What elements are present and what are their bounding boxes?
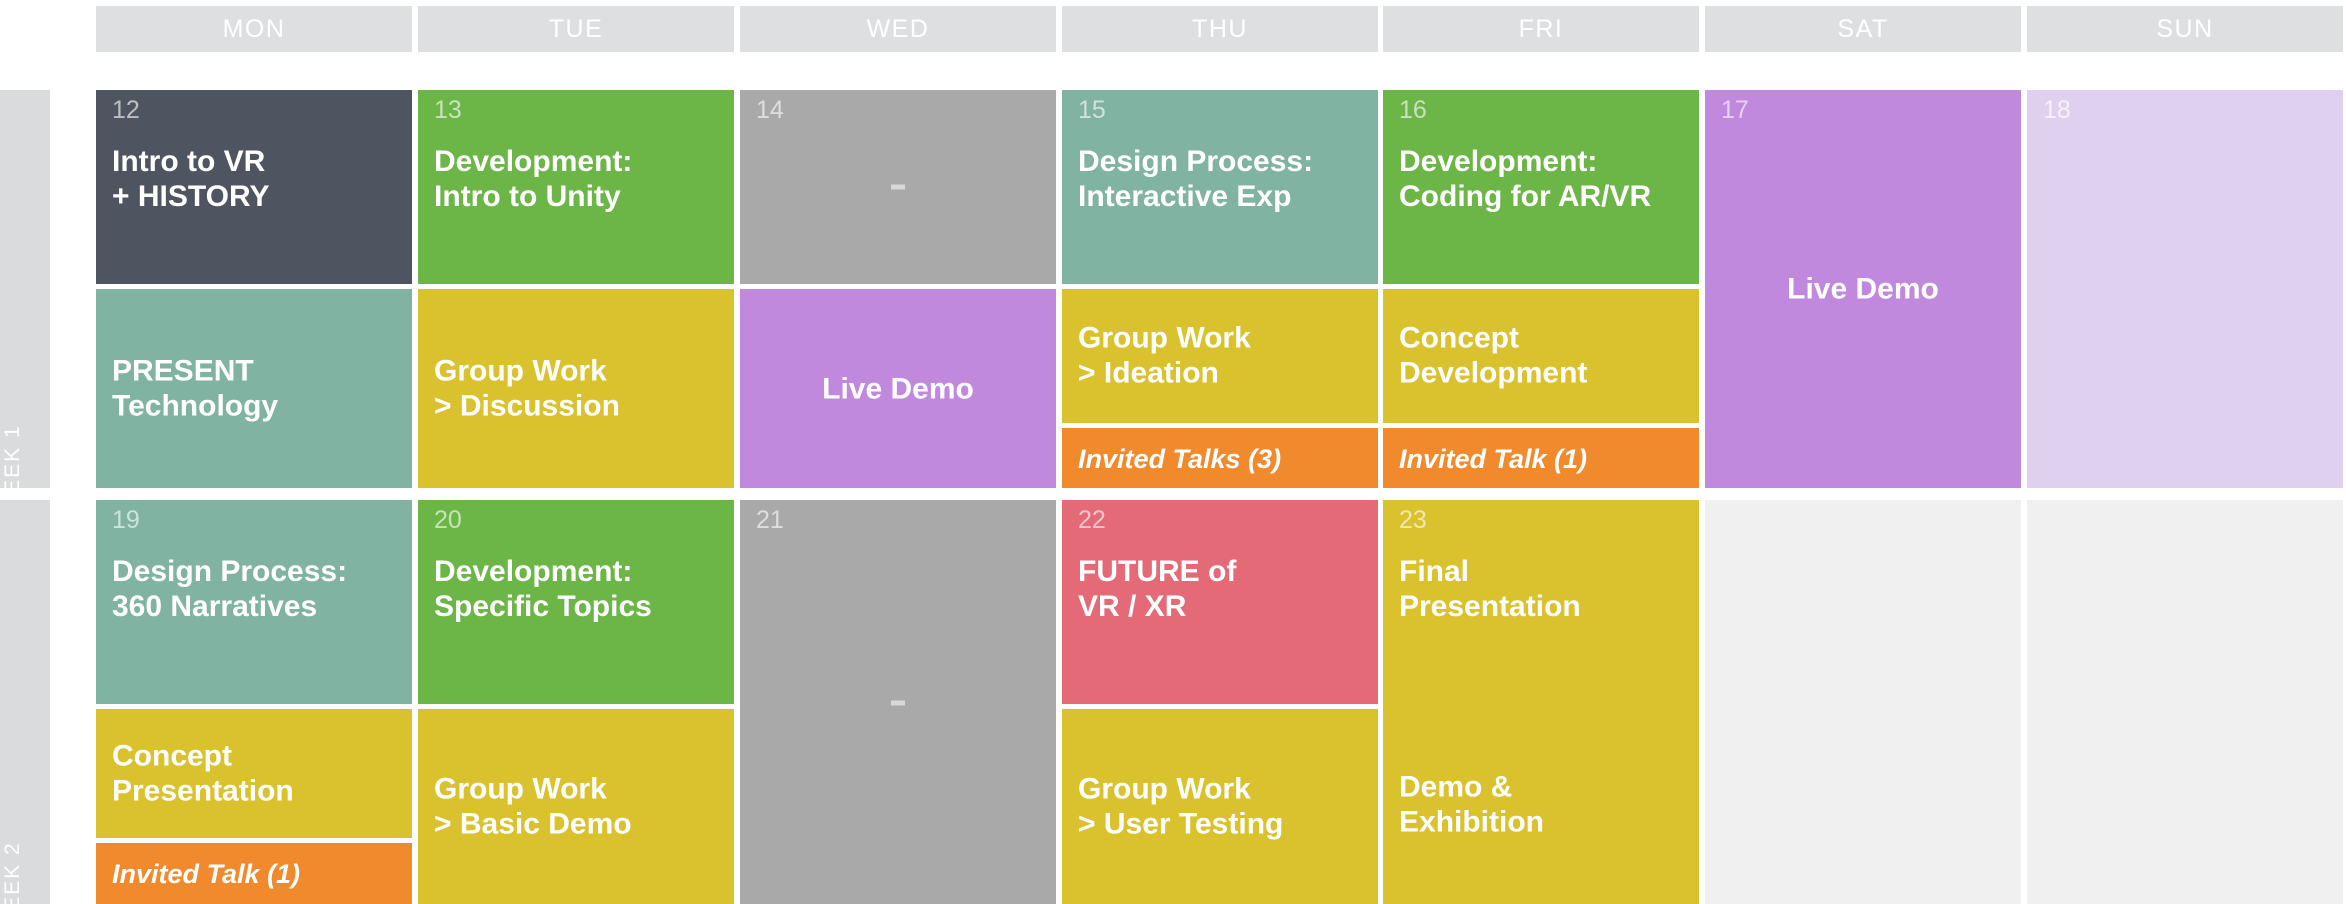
day-cell-23[interactable]: 23 Final Presentation Demo & Exhibition	[1383, 500, 1699, 904]
day-block-12-1[interactable]: PRESENT Technology	[96, 289, 412, 488]
weekday-header-wed: WED	[740, 6, 1056, 52]
event-title: Development: Coding for AR/VR	[1399, 145, 1652, 214]
weekday-header-sat: SAT	[1705, 6, 2021, 52]
day-block-14-primary[interactable]: 14	[740, 90, 1056, 284]
day-cell-14[interactable]: 14 Live Demo	[740, 90, 1056, 488]
weekday-header-fri: FRI	[1383, 6, 1699, 52]
date-number: 22	[1078, 506, 1106, 534]
day-block-16-primary[interactable]: 16 Development: Coding for AR/VR	[1383, 90, 1699, 284]
day-block-22-1[interactable]: Group Work > User Testing	[1062, 709, 1378, 904]
day-block-17-primary[interactable]: 17 Live Demo	[1705, 90, 2021, 488]
event-title: Group Work > Basic Demo	[434, 772, 632, 841]
event-title: Group Work > User Testing	[1078, 772, 1284, 841]
date-number: 13	[434, 96, 462, 124]
event-title: FUTURE of VR / XR	[1078, 555, 1237, 624]
day-block-15-2[interactable]: Invited Talks (3)	[1062, 428, 1378, 488]
event-title: Demo & Exhibition	[1399, 770, 1544, 839]
day-block-20-primary[interactable]: 20 Development: Specific Topics	[418, 500, 734, 704]
week-label-text: WEEK 2	[1, 841, 24, 904]
event-title: Concept Development	[1399, 321, 1588, 390]
date-number: 18	[2043, 96, 2071, 124]
weekday-header-thu: THU	[1062, 6, 1378, 52]
day-cell-21[interactable]: 21	[740, 500, 1056, 904]
date-number: 19	[112, 506, 140, 534]
day-cell-[interactable]	[2027, 500, 2343, 904]
event-title: Invited Talks (3)	[1078, 444, 1282, 474]
day-block-sun-0[interactable]	[2027, 500, 2343, 904]
day-cell-18[interactable]: 18	[2027, 90, 2343, 488]
date-number: 16	[1399, 96, 1427, 124]
event-title: Development: Specific Topics	[434, 555, 652, 624]
day-block-15-1[interactable]: Group Work > Ideation	[1062, 289, 1378, 423]
day-cell-17[interactable]: 17 Live Demo	[1705, 90, 2021, 488]
day-block-19-primary[interactable]: 19 Design Process: 360 Narratives	[96, 500, 412, 704]
day-block-19-2[interactable]: Invited Talk (1)	[96, 843, 412, 904]
date-number: 12	[112, 96, 140, 124]
day-block-15-primary[interactable]: 15 Design Process: Interactive Exp	[1062, 90, 1378, 284]
day-block-23-1[interactable]: Demo & Exhibition	[1383, 704, 1699, 904]
weekday-header-row: MON TUE WED THU FRI SAT SUN	[0, 6, 2346, 52]
event-title: Concept Presentation	[112, 739, 294, 808]
day-block-19-1[interactable]: Concept Presentation	[96, 709, 412, 838]
event-title: Group Work > Discussion	[434, 354, 620, 423]
date-number: 23	[1399, 506, 1427, 534]
date-number: 15	[1078, 96, 1106, 124]
day-block-14-1[interactable]: Live Demo	[740, 289, 1056, 488]
day-cell-20[interactable]: 20 Development: Specific Topics Group Work…	[418, 500, 734, 904]
event-title: Live Demo	[822, 371, 974, 405]
event-title: Design Process: Interactive Exp	[1078, 145, 1314, 214]
event-title: Live Demo	[1787, 272, 1939, 306]
day-block-18-primary[interactable]: 18	[2027, 90, 2343, 488]
weekday-header-tue: TUE	[418, 6, 734, 52]
event-title: Design Process: 360 Narratives	[112, 555, 348, 624]
no-session-dash-icon	[891, 184, 905, 190]
day-block-22-primary[interactable]: 22 FUTURE of VR / XR	[1062, 500, 1378, 704]
calendar-root: MON TUE WED THU FRI SAT SUN WEEK 1 12 Intro to V…	[0, 0, 2346, 904]
no-session-dash-icon	[891, 700, 905, 705]
weekday-header-sun: SUN	[2027, 6, 2343, 52]
week-sidebar-1: WEEK 1	[0, 90, 50, 516]
day-cell-22[interactable]: 22 FUTURE of VR / XR Group Work > User Tes…	[1062, 500, 1378, 904]
day-block-12-primary[interactable]: 12 Intro to VR + HISTORY	[96, 90, 412, 284]
date-number: 20	[434, 506, 462, 534]
event-title: Group Work > Ideation	[1078, 321, 1251, 390]
date-number: 14	[756, 96, 784, 124]
event-title: PRESENT Technology	[112, 354, 279, 423]
event-title: Intro to VR + HISTORY	[112, 145, 270, 214]
day-cell-15[interactable]: 15 Design Process: Interactive Exp Group W…	[1062, 90, 1378, 488]
day-cell-[interactable]	[1705, 500, 2021, 904]
day-cell-19[interactable]: 19 Design Process: 360 Narratives Concept …	[96, 500, 412, 904]
day-block-13-1[interactable]: Group Work > Discussion	[418, 289, 734, 488]
day-cell-12[interactable]: 12 Intro to VR + HISTORY PRESENT Technolog…	[96, 90, 412, 488]
date-number: 17	[1721, 96, 1749, 124]
event-title: Final Presentation	[1399, 555, 1581, 624]
day-cell-13[interactable]: 13 Development: Intro to Unity Group Work …	[418, 90, 734, 488]
day-block-13-primary[interactable]: 13 Development: Intro to Unity	[418, 90, 734, 284]
day-block-23-primary[interactable]: 23 Final Presentation	[1383, 500, 1699, 704]
event-title: Development: Intro to Unity	[434, 145, 633, 214]
day-block-21-primary[interactable]: 21	[740, 500, 1056, 904]
day-block-16-1[interactable]: Concept Development	[1383, 289, 1699, 423]
week-sidebar-2: WEEK 2	[0, 500, 50, 904]
day-block-20-1[interactable]: Group Work > Basic Demo	[418, 709, 734, 904]
day-block-sat-0[interactable]	[1705, 500, 2021, 904]
event-title: Invited Talk (1)	[1399, 444, 1588, 474]
day-cell-16[interactable]: 16 Development: Coding for AR/VR Concept D…	[1383, 90, 1699, 488]
date-number: 21	[756, 506, 784, 534]
weekday-header-mon: MON	[96, 6, 412, 52]
day-block-16-2[interactable]: Invited Talk (1)	[1383, 428, 1699, 488]
event-title: Invited Talk (1)	[112, 859, 301, 889]
